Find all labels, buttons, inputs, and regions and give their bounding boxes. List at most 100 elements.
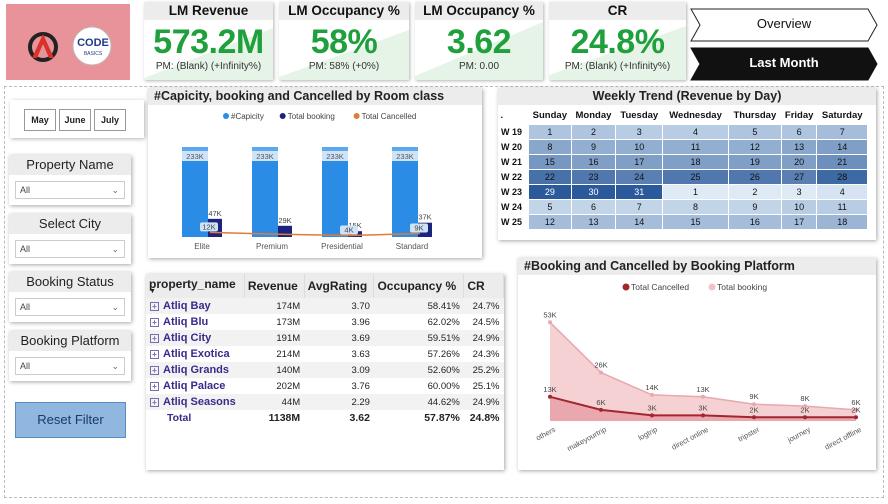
expand-plus-icon[interactable]: + xyxy=(150,317,159,327)
cancelled-data-label: 9K xyxy=(414,224,423,233)
table-cell: 58.41% xyxy=(373,298,464,314)
heatmap-cell: 9 xyxy=(570,138,617,155)
heatmap-cell: 4 xyxy=(816,183,868,200)
table-cell: 25.1% xyxy=(472,380,500,392)
property-name-cell[interactable]: + Atliq Bay xyxy=(146,298,245,314)
expand-plus-icon[interactable]: + xyxy=(150,333,159,343)
capacity-bar-top xyxy=(322,147,348,151)
booking-point xyxy=(599,370,603,375)
heatmap-column-header: Friday xyxy=(784,109,814,121)
kpi-card-lm-rating: LM Occupancy % 3.62 PM: 0.00 xyxy=(415,2,543,80)
heatmap-cell: 4 xyxy=(662,123,729,140)
heatmap-cell: 2 xyxy=(570,123,617,140)
month-button-july[interactable]: July xyxy=(94,109,126,131)
heatmap-cell: 9 xyxy=(727,198,782,215)
table-cell: 59.51% xyxy=(373,330,464,346)
table-cell: 60.00% xyxy=(427,380,460,392)
month-button-june[interactable]: June xyxy=(59,109,91,131)
heatmap-row-label: W 25 xyxy=(500,213,529,230)
city-dropdown[interactable]: All ⌄ xyxy=(15,240,125,258)
chevron-down-icon: ⌄ xyxy=(111,244,119,254)
expand-plus-icon[interactable]: + xyxy=(150,301,159,311)
legend-marker xyxy=(223,113,229,119)
property-name-cell[interactable]: + Atliq Grands xyxy=(146,362,245,378)
table-column-header[interactable]: Revenue xyxy=(244,274,305,298)
booking-point xyxy=(548,320,552,325)
property-name-cell[interactable]: + Atliq City xyxy=(146,330,245,346)
cancelled-point xyxy=(548,394,552,399)
heatmap-corner: . xyxy=(500,109,504,121)
table-column-header[interactable]: CR xyxy=(463,274,504,298)
slicer-title: Select City xyxy=(9,214,131,234)
x-tick-label: Presidential xyxy=(321,242,363,251)
last-month-label: Last Month xyxy=(749,55,819,70)
heatmap-cell: 25 xyxy=(662,168,729,185)
expand-plus-icon[interactable]: + xyxy=(150,397,159,407)
chart-title: #Capicity, booking and Cancelled by Room… xyxy=(148,88,482,105)
table-cell: 202M xyxy=(276,380,301,392)
total-cell: 1138M xyxy=(244,410,305,426)
heatmap-column-header: Sunday xyxy=(532,109,567,121)
chevron-down-icon: ⌄ xyxy=(111,185,119,195)
heatmap-row: W 24 5 6 7 8 9 10 11 xyxy=(500,198,868,215)
heatmap-cell: 20 xyxy=(780,153,818,170)
heatmap-cell: 11 xyxy=(662,138,729,155)
heatmap-cell: 18 xyxy=(662,153,729,170)
table-column-header[interactable]: Occupancy % xyxy=(373,274,465,298)
heatmap-column-header: Thursday xyxy=(733,109,777,121)
booking-data-label: 13K xyxy=(696,385,709,394)
cancelled-data-label: 6K xyxy=(596,398,605,407)
month-button-may[interactable]: May xyxy=(24,109,56,131)
table-cell: 62.02% xyxy=(427,316,460,328)
cancelled-point xyxy=(803,415,807,420)
property-name-cell[interactable]: + Atliq Palace xyxy=(146,378,244,394)
table-cell: 214M xyxy=(276,348,301,360)
dropdown-value: All xyxy=(20,185,31,195)
heatmap-cell: 31 xyxy=(615,183,664,200)
platform-chart: Total Cancelled Total booking 53K 26K 14K 13K… xyxy=(534,282,863,453)
property-name-cell[interactable]: + Atliq Exotica xyxy=(146,346,244,362)
table-row: + Atliq Grands 140M 3.09 52.60% 25.2% xyxy=(146,362,504,378)
table-column-header[interactable]: property_name ▼ xyxy=(146,274,245,298)
property-name-text: Atliq Seasons xyxy=(163,396,236,408)
expand-plus-icon[interactable]: + xyxy=(150,381,159,391)
heatmap-column-header: Monday xyxy=(575,109,612,121)
heatmap-cell: 26 xyxy=(727,168,782,185)
capacity-data-label: 233K xyxy=(396,152,414,161)
chevron-down-icon: ⌄ xyxy=(111,302,119,312)
booking-platform-dropdown[interactable]: All ⌄ xyxy=(15,357,125,375)
last-month-button[interactable]: Last Month xyxy=(690,47,878,81)
x-tick-label: direct offline xyxy=(823,425,863,452)
property-name-cell[interactable]: + Atliq Seasons xyxy=(146,394,245,410)
heatmap-cell: 24 xyxy=(615,168,664,185)
month-slicer: May June July xyxy=(10,100,144,138)
logo-code-text: CODE xyxy=(77,37,109,49)
reset-filter-button[interactable]: Reset Filter xyxy=(15,402,126,438)
heatmap-cell: 13 xyxy=(780,138,818,155)
property-name-cell[interactable]: + Atliq Blu xyxy=(146,314,244,330)
kpi-title: LM Revenue xyxy=(144,2,273,20)
heatmap-cell: 5 xyxy=(528,198,572,215)
heatmap-cell: 18 xyxy=(816,213,868,230)
table-cell: 191M xyxy=(244,330,305,346)
overview-button[interactable]: Overview xyxy=(690,8,878,42)
slicer-select-city: Select City All ⌄ xyxy=(9,214,131,264)
table-cell: 3.09 xyxy=(304,362,374,378)
table-cell: 140M xyxy=(244,362,305,378)
kpi-previous: PM: (Blank) (+Infinity%) xyxy=(564,61,671,72)
property-name-dropdown[interactable]: All ⌄ xyxy=(15,181,125,199)
expand-plus-icon[interactable]: + xyxy=(150,349,159,359)
heatmap-row-label: W 20 xyxy=(500,138,529,155)
cancelled-line xyxy=(209,231,421,237)
heatmap-cell: 13 xyxy=(570,213,617,230)
logo-basics-text: BASICS xyxy=(84,51,103,57)
cancelled-data-label: 13K xyxy=(543,385,556,394)
cancelled-point xyxy=(599,407,603,412)
booking-status-dropdown[interactable]: All ⌄ xyxy=(15,298,125,316)
expand-plus-icon[interactable]: + xyxy=(150,365,159,375)
heatmap-cell: 6 xyxy=(780,123,818,140)
table-total-row: Total 1138M 3.62 57.87% 24.8% xyxy=(146,410,504,426)
table-cell: 24.5% xyxy=(472,316,500,328)
table-column-header[interactable]: AvgRating xyxy=(304,274,375,298)
heatmap-cell: 17 xyxy=(615,153,664,170)
